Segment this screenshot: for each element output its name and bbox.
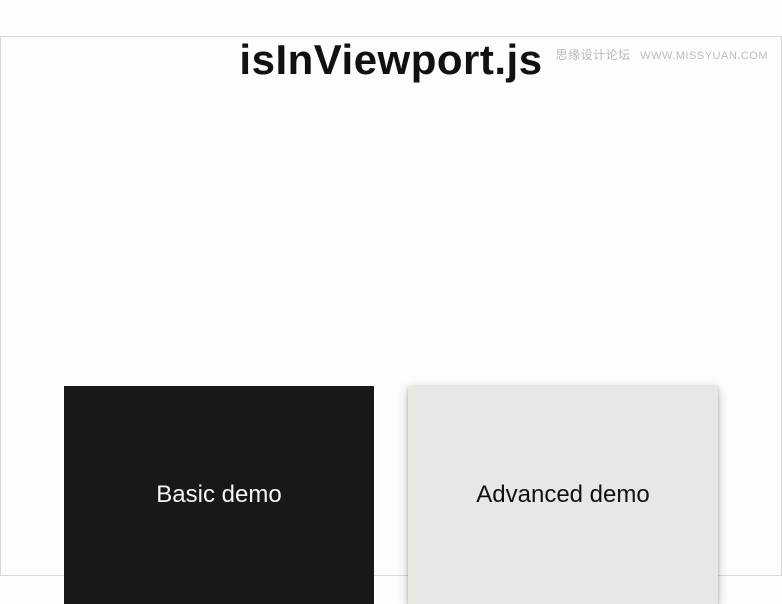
watermark: 思缘设计论坛 WWW.MISSYUAN.COM [556, 46, 768, 63]
watermark-url: WWW.MISSYUAN.COM [640, 50, 768, 62]
advanced-demo-label: Advanced demo [476, 481, 649, 509]
advanced-demo-card[interactable]: Advanced demo [408, 386, 718, 604]
basic-demo-label: Basic demo [156, 481, 281, 509]
basic-demo-card[interactable]: Basic demo [64, 386, 374, 604]
demo-cards-container: Basic demo Advanced demo [0, 358, 782, 576]
watermark-cn: 思缘设计论坛 [556, 48, 631, 62]
